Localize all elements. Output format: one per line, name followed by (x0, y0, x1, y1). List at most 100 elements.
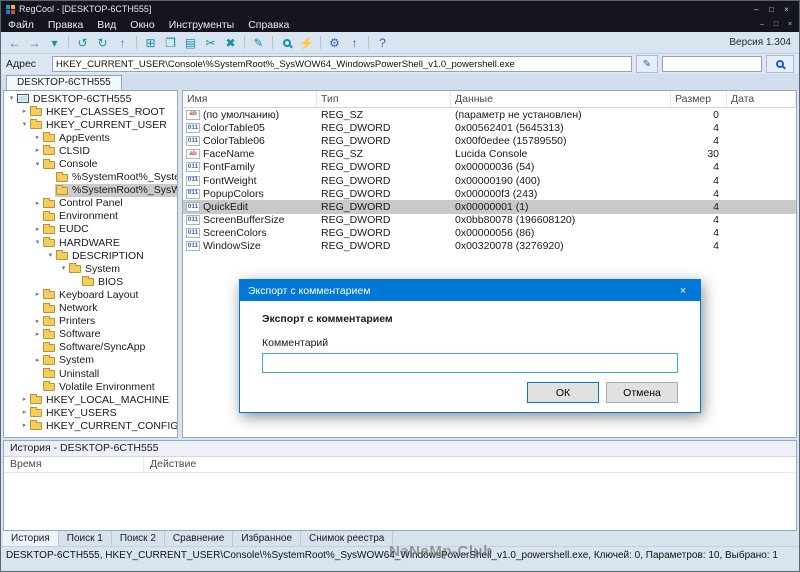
expander-icon[interactable]: ▸ (20, 419, 29, 432)
help-button[interactable]: ? (373, 34, 392, 52)
comment-input[interactable] (262, 353, 678, 373)
flash-button[interactable]: ⚡ (297, 34, 316, 52)
table-row[interactable]: 011PopupColorsREG_DWORD0x000000f3 (243)4 (183, 187, 796, 200)
expander-icon[interactable]: ▾ (20, 118, 29, 131)
tree-item[interactable]: ▸HKEY_USERS (4, 406, 177, 419)
menu-item[interactable]: Инструменты (162, 19, 241, 31)
update-button[interactable]: ↑ (345, 34, 364, 52)
table-row[interactable]: 011WindowSizeREG_DWORD0x00320078 (327692… (183, 240, 796, 253)
delete-button[interactable]: ✖ (221, 34, 240, 52)
tree-item[interactable]: ▸Control Panel (4, 197, 177, 210)
column-header[interactable]: Действие (144, 457, 796, 472)
tree-item[interactable]: BIOS (4, 275, 177, 288)
forward-button[interactable]: → (25, 34, 44, 52)
ok-button[interactable]: ОК (527, 382, 599, 403)
maximize-button[interactable]: □ (769, 21, 783, 28)
refresh-button[interactable]: ↻ (93, 34, 112, 52)
menu-item[interactable]: Вид (90, 19, 123, 31)
column-header[interactable]: Тип (317, 91, 451, 107)
expander-icon[interactable]: ▾ (46, 249, 55, 262)
tree-item[interactable]: ▾DESCRIPTION (4, 249, 177, 262)
settings-button[interactable]: ⚙ (325, 34, 344, 52)
menu-item[interactable]: Справка (241, 19, 296, 31)
bottom-tab[interactable]: Избранное (233, 531, 301, 546)
column-header[interactable]: Время (4, 457, 144, 472)
table-row[interactable]: 011FontWeightREG_DWORD0x00000190 (400)4 (183, 174, 796, 187)
edit-address-button[interactable]: ✎ (636, 55, 658, 73)
close-button[interactable]: × (783, 21, 797, 28)
back-button[interactable]: ← (5, 34, 24, 52)
tree-item[interactable]: ▸EUDC (4, 223, 177, 236)
expander-icon[interactable]: ▸ (33, 328, 42, 341)
tree-item[interactable]: ▾HKEY_CURRENT_USER (4, 118, 177, 131)
rename-button[interactable]: ✎ (249, 34, 268, 52)
menu-item[interactable]: Окно (123, 19, 161, 31)
column-header[interactable]: Данные (451, 91, 671, 107)
tree-item[interactable]: ▾HARDWARE (4, 236, 177, 249)
expander-icon[interactable]: ▸ (33, 354, 42, 367)
cancel-button[interactable]: Отмена (606, 382, 678, 403)
column-header[interactable]: Имя (183, 91, 317, 107)
tree-item[interactable]: ▸Software (4, 328, 177, 341)
copy-button[interactable]: ❐ (161, 34, 180, 52)
tree-item[interactable]: ▸System (4, 354, 177, 367)
expander-icon[interactable]: ▸ (33, 223, 42, 236)
minimize-button[interactable]: – (755, 21, 769, 28)
tree-item[interactable]: %SystemRoot%_SysWOW64 (4, 184, 177, 197)
table-row[interactable]: abFaceNameREG_SZLucida Console30 (183, 148, 796, 161)
expander-icon[interactable]: ▸ (33, 288, 42, 301)
expander-icon[interactable]: ▸ (33, 131, 42, 144)
close-button[interactable]: × (779, 5, 794, 14)
tree-item[interactable]: ▸Printers (4, 315, 177, 328)
paste-button[interactable]: ▤ (181, 34, 200, 52)
menu-item[interactable]: Правка (41, 19, 90, 31)
refresh-computer-button[interactable]: ↺ (73, 34, 92, 52)
up-button[interactable]: ↑ (113, 34, 132, 52)
tree-item[interactable]: %SystemRoot%_System32_W (4, 171, 177, 184)
tree-item[interactable]: ▸HKEY_CLASSES_ROOT (4, 105, 177, 118)
bottom-tab[interactable]: Поиск 2 (112, 531, 165, 546)
find-button[interactable] (277, 34, 296, 52)
bottom-tab[interactable]: Сравнение (165, 531, 233, 546)
table-row[interactable]: 011ScreenBufferSizeREG_DWORD0x0bb80078 (… (183, 214, 796, 227)
column-header[interactable]: Размер (671, 91, 727, 107)
bottom-tab[interactable]: История (3, 531, 59, 546)
maximize-button[interactable]: □ (764, 5, 779, 14)
bottom-tab[interactable]: Снимок реестра (301, 531, 393, 546)
tree-item[interactable]: ▸AppEvents (4, 131, 177, 144)
dialog-close-button[interactable]: × (666, 280, 700, 301)
tree-item[interactable]: Software/SyncApp (4, 341, 177, 354)
expander-icon[interactable]: ▾ (33, 158, 42, 171)
table-row[interactable]: 011ColorTable05REG_DWORD0x00562401 (5645… (183, 121, 796, 134)
expander-icon[interactable]: ▾ (7, 92, 16, 105)
bottom-tab[interactable]: Поиск 1 (59, 531, 112, 546)
tree-item[interactable]: ▸Keyboard Layout (4, 288, 177, 301)
column-header[interactable]: Дата (727, 91, 796, 107)
tree-item[interactable]: ▾DESKTOP-6CTH555 (4, 92, 177, 105)
table-row[interactable]: 011ColorTable06REG_DWORD0x00f0edee (1578… (183, 134, 796, 147)
tree-item[interactable]: Volatile Environment (4, 380, 177, 393)
tree-item[interactable]: ▸CLSID (4, 144, 177, 157)
tree-item[interactable]: Uninstall (4, 367, 177, 380)
new-key-button[interactable]: ⊞ (141, 34, 160, 52)
expander-icon[interactable]: ▸ (20, 105, 29, 118)
tree-item[interactable]: Environment (4, 210, 177, 223)
quick-filter-input[interactable] (662, 56, 762, 72)
expander-icon[interactable]: ▸ (33, 315, 42, 328)
address-search-button[interactable] (766, 55, 794, 73)
tree-item[interactable]: ▾Console (4, 157, 177, 170)
expander-icon[interactable]: ▸ (20, 406, 29, 419)
tree-item[interactable]: ▸HKEY_LOCAL_MACHINE (4, 393, 177, 406)
minimize-button[interactable]: – (749, 5, 764, 14)
tree-item[interactable]: ▸HKEY_CURRENT_CONFIG (4, 419, 177, 432)
expander-icon[interactable]: ▾ (59, 262, 68, 275)
address-input[interactable] (52, 56, 632, 72)
expander-icon[interactable]: ▾ (33, 236, 42, 249)
table-row[interactable]: 011QuickEditREG_DWORD0x00000001 (1)4 (183, 200, 796, 213)
history-dropdown-button[interactable]: ▾ (45, 34, 64, 52)
expander-icon[interactable]: ▸ (33, 144, 42, 157)
tree-item[interactable]: Network (4, 302, 177, 315)
menu-item[interactable]: Файл (1, 19, 41, 31)
table-row[interactable]: ab(по умолчанию)REG_SZ(параметр не устан… (183, 108, 796, 121)
table-row[interactable]: 011ScreenColorsREG_DWORD0x00000056 (86)4 (183, 227, 796, 240)
